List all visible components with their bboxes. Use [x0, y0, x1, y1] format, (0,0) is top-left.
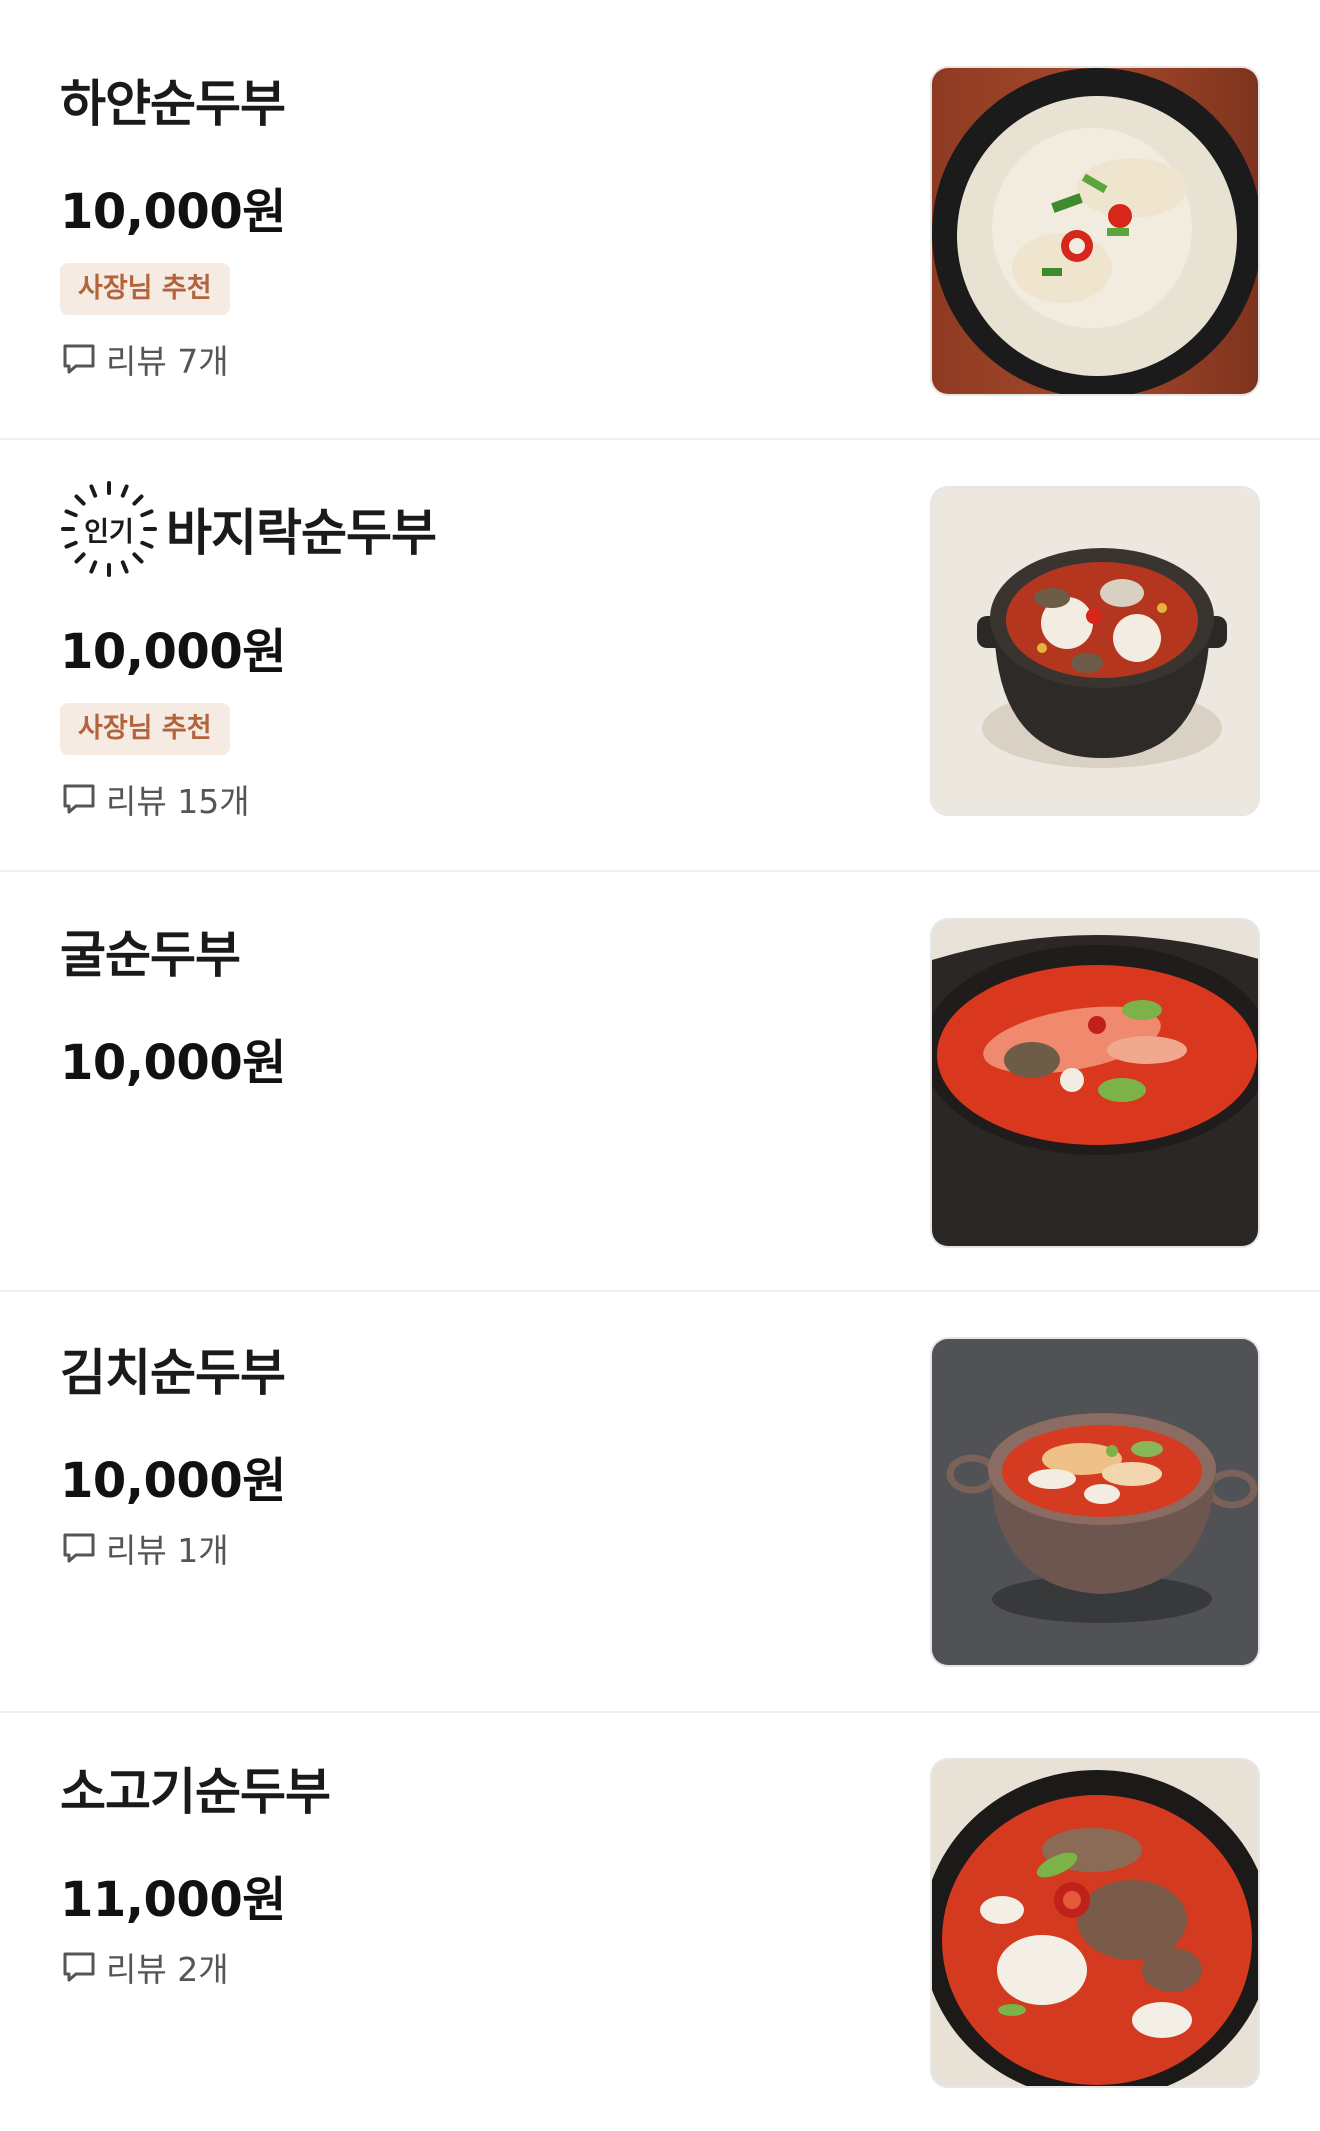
- menu-item-name: 소고기순두부: [60, 1763, 331, 1821]
- popular-badge-label: 인기: [84, 516, 134, 548]
- speech-bubble-icon: [63, 1952, 95, 1982]
- menu-item-price: 10,000원: [60, 184, 286, 240]
- clam-sundubu-photo: [932, 488, 1258, 814]
- name-row: 김치순두부: [60, 1334, 286, 1404]
- menu-item-price: 10,000원: [60, 1035, 286, 1091]
- menu-list: 하얀순두부 10,000원 사장님 추천 리뷰 7개 인기 바지락순두부 10,…: [0, 0, 1320, 2129]
- name-row: 인기 바지락순두부: [60, 479, 437, 579]
- menu-item-image[interactable]: [930, 1758, 1260, 2088]
- menu-item[interactable]: 소고기순두부 11,000원 리뷰 2개: [0, 1713, 1320, 2129]
- menu-item-price: 10,000원: [60, 1453, 286, 1509]
- review-count[interactable]: 리뷰 2개: [60, 1945, 229, 1989]
- menu-item[interactable]: 굴순두부 10,000원: [0, 872, 1320, 1292]
- review-label: 리뷰 7개: [106, 342, 229, 381]
- review-count[interactable]: 리뷰 1개: [60, 1526, 229, 1570]
- menu-item[interactable]: 하얀순두부 10,000원 사장님 추천 리뷰 7개: [0, 0, 1320, 440]
- menu-item-image[interactable]: [930, 486, 1260, 816]
- kimchi-sundubu-photo: [932, 1339, 1258, 1665]
- beef-sundubu-photo: [932, 1760, 1258, 2086]
- menu-item-price: 10,000원: [60, 624, 286, 680]
- name-row: 굴순두부: [60, 916, 241, 986]
- menu-item-image[interactable]: [930, 918, 1260, 1248]
- review-label: 리뷰 2개: [106, 1950, 229, 1989]
- speech-bubble-icon: [63, 1533, 95, 1563]
- menu-item-image[interactable]: [930, 66, 1260, 396]
- white-sundubu-photo: [932, 68, 1258, 394]
- menu-item-price: 11,000원: [60, 1872, 286, 1928]
- review-label: 리뷰 1개: [106, 1531, 229, 1570]
- owner-recommend-badge: 사장님 추천: [60, 263, 230, 315]
- review-label: 리뷰 15개: [106, 782, 250, 821]
- menu-item-name: 김치순두부: [60, 1344, 286, 1402]
- review-count[interactable]: 리뷰 15개: [60, 777, 250, 821]
- oyster-sundubu-photo: [932, 920, 1258, 1246]
- owner-recommend-badge: 사장님 추천: [60, 703, 230, 755]
- menu-item-name: 하얀순두부: [60, 75, 286, 133]
- speech-bubble-icon: [63, 344, 95, 374]
- name-row: 하얀순두부: [60, 65, 286, 135]
- menu-item[interactable]: 김치순두부 10,000원 리뷰 1개: [0, 1292, 1320, 1713]
- menu-item[interactable]: 인기 바지락순두부 10,000원 사장님 추천 리뷰 15개: [0, 440, 1320, 872]
- review-count[interactable]: 리뷰 7개: [60, 337, 229, 381]
- popular-badge: 인기: [60, 480, 158, 578]
- menu-item-name: 바지락순두부: [166, 504, 437, 562]
- menu-item-image[interactable]: [930, 1337, 1260, 1667]
- name-row: 소고기순두부: [60, 1753, 331, 1823]
- menu-item-name: 굴순두부: [60, 926, 241, 984]
- speech-bubble-icon: [63, 784, 95, 814]
